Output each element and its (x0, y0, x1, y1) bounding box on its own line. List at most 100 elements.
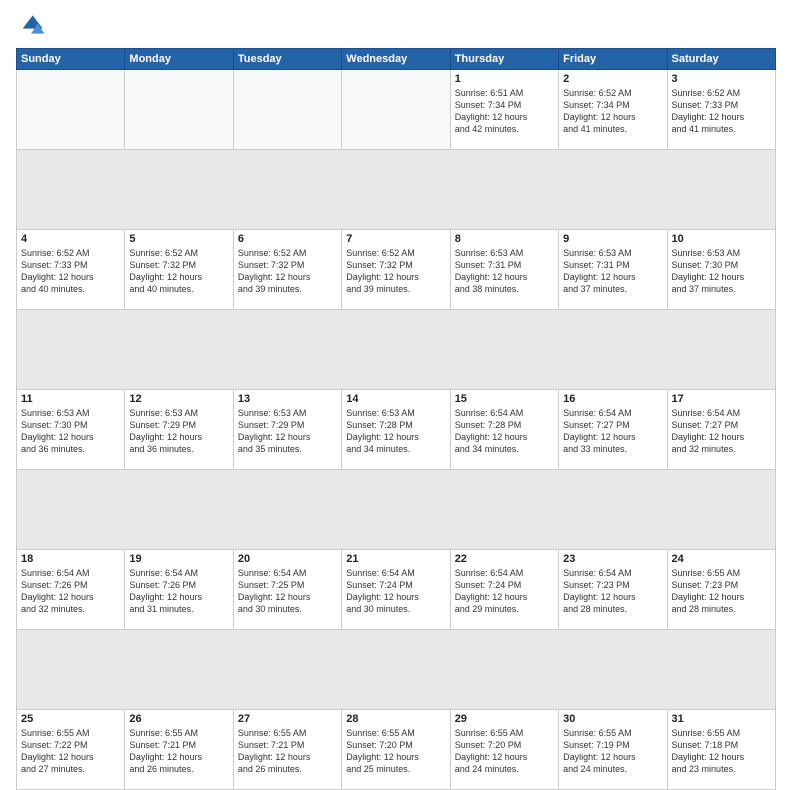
calendar-cell: 12 Sunrise: 6:53 AM Sunset: 7:29 PM Dayli… (125, 390, 233, 470)
day-info: Sunrise: 6:54 AM Sunset: 7:26 PM Dayligh… (129, 567, 228, 616)
day-number: 30 (563, 713, 662, 725)
calendar-week-row: 4Sunrise: 6:52 AM Sunset: 7:33 PM Daylig… (17, 230, 776, 310)
calendar-header: SundayMondayTuesdayWednesdayThursdayFrid… (17, 49, 776, 70)
calendar-cell: 7Sunrise: 6:52 AM Sunset: 7:32 PM Daylig… (342, 230, 450, 310)
calendar-cell: 20 Sunrise: 6:54 AM Sunset: 7:25 PM Dayli… (233, 550, 341, 630)
day-number: 15 (455, 393, 554, 405)
day-info: Sunrise: 6:54 AM Sunset: 7:27 PM Dayligh… (672, 407, 771, 456)
day-info: Sunrise: 6:52 AM Sunset: 7:32 PM Dayligh… (238, 247, 337, 296)
calendar-cell: 1 Sunrise: 6:51 AM Sunset: 7:34 PM Daylig… (450, 70, 558, 150)
weekday-header: Monday (125, 49, 233, 70)
calendar-cell: 10 Sunrise: 6:53 AM Sunset: 7:30 PM Dayli… (667, 230, 775, 310)
logo (16, 12, 50, 42)
day-number: 11 (21, 393, 120, 405)
calendar-week-row: 11 Sunrise: 6:53 AM Sunset: 7:30 PM Dayli… (17, 390, 776, 470)
day-info: Sunrise: 6:55 AM Sunset: 7:23 PM Dayligh… (672, 567, 771, 616)
day-number: 29 (455, 713, 554, 725)
day-info: Sunrise: 6:51 AM Sunset: 7:34 PM Dayligh… (455, 87, 554, 136)
day-number: 24 (672, 553, 771, 565)
calendar-cell: 19 Sunrise: 6:54 AM Sunset: 7:26 PM Dayli… (125, 550, 233, 630)
day-number: 28 (346, 713, 445, 725)
day-number: 10 (672, 233, 771, 245)
calendar-week-row: 1 Sunrise: 6:51 AM Sunset: 7:34 PM Daylig… (17, 70, 776, 150)
weekday-row: SundayMondayTuesdayWednesdayThursdayFrid… (17, 49, 776, 70)
day-info: Sunrise: 6:53 AM Sunset: 7:28 PM Dayligh… (346, 407, 445, 456)
calendar-cell: 9Sunrise: 6:53 AM Sunset: 7:31 PM Daylig… (559, 230, 667, 310)
calendar-cell (233, 70, 341, 150)
calendar-cell (17, 70, 125, 150)
day-info: Sunrise: 6:53 AM Sunset: 7:30 PM Dayligh… (21, 407, 120, 456)
day-info: Sunrise: 6:55 AM Sunset: 7:18 PM Dayligh… (672, 727, 771, 776)
calendar-cell: 5 Sunrise: 6:52 AM Sunset: 7:32 PM Daylig… (125, 230, 233, 310)
separator-cell (17, 630, 776, 710)
day-info: Sunrise: 6:55 AM Sunset: 7:19 PM Dayligh… (563, 727, 662, 776)
day-info: Sunrise: 6:54 AM Sunset: 7:23 PM Dayligh… (563, 567, 662, 616)
day-info: Sunrise: 6:54 AM Sunset: 7:24 PM Dayligh… (346, 567, 445, 616)
header (16, 12, 776, 42)
separator-cell (17, 470, 776, 550)
day-number: 27 (238, 713, 337, 725)
calendar-cell: 17Sunrise: 6:54 AM Sunset: 7:27 PM Dayli… (667, 390, 775, 470)
day-info: Sunrise: 6:53 AM Sunset: 7:31 PM Dayligh… (455, 247, 554, 296)
day-number: 16 (563, 393, 662, 405)
day-number: 5 (129, 233, 228, 245)
day-number: 19 (129, 553, 228, 565)
calendar-cell: 25 Sunrise: 6:55 AM Sunset: 7:22 PM Dayli… (17, 710, 125, 790)
day-number: 18 (21, 553, 120, 565)
day-number: 9 (563, 233, 662, 245)
calendar-cell: 21 Sunrise: 6:54 AM Sunset: 7:24 PM Dayli… (342, 550, 450, 630)
calendar-cell: 30 Sunrise: 6:55 AM Sunset: 7:19 PM Dayli… (559, 710, 667, 790)
calendar-cell: 16 Sunrise: 6:54 AM Sunset: 7:27 PM Dayli… (559, 390, 667, 470)
row-separator (17, 630, 776, 710)
calendar-cell: 11 Sunrise: 6:53 AM Sunset: 7:30 PM Dayli… (17, 390, 125, 470)
calendar-cell: 8Sunrise: 6:53 AM Sunset: 7:31 PM Daylig… (450, 230, 558, 310)
day-number: 13 (238, 393, 337, 405)
page: SundayMondayTuesdayWednesdayThursdayFrid… (0, 0, 792, 612)
day-info: Sunrise: 6:52 AM Sunset: 7:32 PM Dayligh… (129, 247, 228, 296)
day-number: 7 (346, 233, 445, 245)
day-info: Sunrise: 6:53 AM Sunset: 7:29 PM Dayligh… (129, 407, 228, 456)
day-number: 20 (238, 553, 337, 565)
row-separator (17, 150, 776, 230)
weekday-header: Sunday (17, 49, 125, 70)
day-info: Sunrise: 6:55 AM Sunset: 7:20 PM Dayligh… (346, 727, 445, 776)
calendar-cell: 27 Sunrise: 6:55 AM Sunset: 7:21 PM Dayli… (233, 710, 341, 790)
calendar-table: SundayMondayTuesdayWednesdayThursdayFrid… (16, 48, 776, 790)
day-number: 6 (238, 233, 337, 245)
day-info: Sunrise: 6:54 AM Sunset: 7:24 PM Dayligh… (455, 567, 554, 616)
day-info: Sunrise: 6:53 AM Sunset: 7:29 PM Dayligh… (238, 407, 337, 456)
calendar-cell: 24 Sunrise: 6:55 AM Sunset: 7:23 PM Dayli… (667, 550, 775, 630)
calendar-body: 1 Sunrise: 6:51 AM Sunset: 7:34 PM Daylig… (17, 70, 776, 790)
weekday-header: Tuesday (233, 49, 341, 70)
calendar-cell: 31 Sunrise: 6:55 AM Sunset: 7:18 PM Dayli… (667, 710, 775, 790)
day-info: Sunrise: 6:55 AM Sunset: 7:21 PM Dayligh… (238, 727, 337, 776)
calendar-cell: 28 Sunrise: 6:55 AM Sunset: 7:20 PM Dayli… (342, 710, 450, 790)
calendar-cell: 15 Sunrise: 6:54 AM Sunset: 7:28 PM Dayli… (450, 390, 558, 470)
day-info: Sunrise: 6:55 AM Sunset: 7:22 PM Dayligh… (21, 727, 120, 776)
calendar-cell: 4Sunrise: 6:52 AM Sunset: 7:33 PM Daylig… (17, 230, 125, 310)
calendar-cell: 26Sunrise: 6:55 AM Sunset: 7:21 PM Dayli… (125, 710, 233, 790)
weekday-header: Friday (559, 49, 667, 70)
day-number: 21 (346, 553, 445, 565)
day-info: Sunrise: 6:54 AM Sunset: 7:25 PM Dayligh… (238, 567, 337, 616)
calendar-cell (125, 70, 233, 150)
day-info: Sunrise: 6:55 AM Sunset: 7:21 PM Dayligh… (129, 727, 228, 776)
day-number: 31 (672, 713, 771, 725)
day-number: 23 (563, 553, 662, 565)
day-number: 1 (455, 73, 554, 85)
calendar-cell (342, 70, 450, 150)
calendar-cell: 14 Sunrise: 6:53 AM Sunset: 7:28 PM Dayli… (342, 390, 450, 470)
row-separator (17, 310, 776, 390)
weekday-header: Wednesday (342, 49, 450, 70)
day-info: Sunrise: 6:54 AM Sunset: 7:27 PM Dayligh… (563, 407, 662, 456)
calendar-cell: 23 Sunrise: 6:54 AM Sunset: 7:23 PM Dayli… (559, 550, 667, 630)
day-number: 22 (455, 553, 554, 565)
day-info: Sunrise: 6:54 AM Sunset: 7:28 PM Dayligh… (455, 407, 554, 456)
calendar-cell: 18Sunrise: 6:54 AM Sunset: 7:26 PM Dayli… (17, 550, 125, 630)
day-info: Sunrise: 6:52 AM Sunset: 7:34 PM Dayligh… (563, 87, 662, 136)
day-number: 12 (129, 393, 228, 405)
day-number: 14 (346, 393, 445, 405)
day-info: Sunrise: 6:53 AM Sunset: 7:30 PM Dayligh… (672, 247, 771, 296)
day-number: 25 (21, 713, 120, 725)
day-number: 3 (672, 73, 771, 85)
